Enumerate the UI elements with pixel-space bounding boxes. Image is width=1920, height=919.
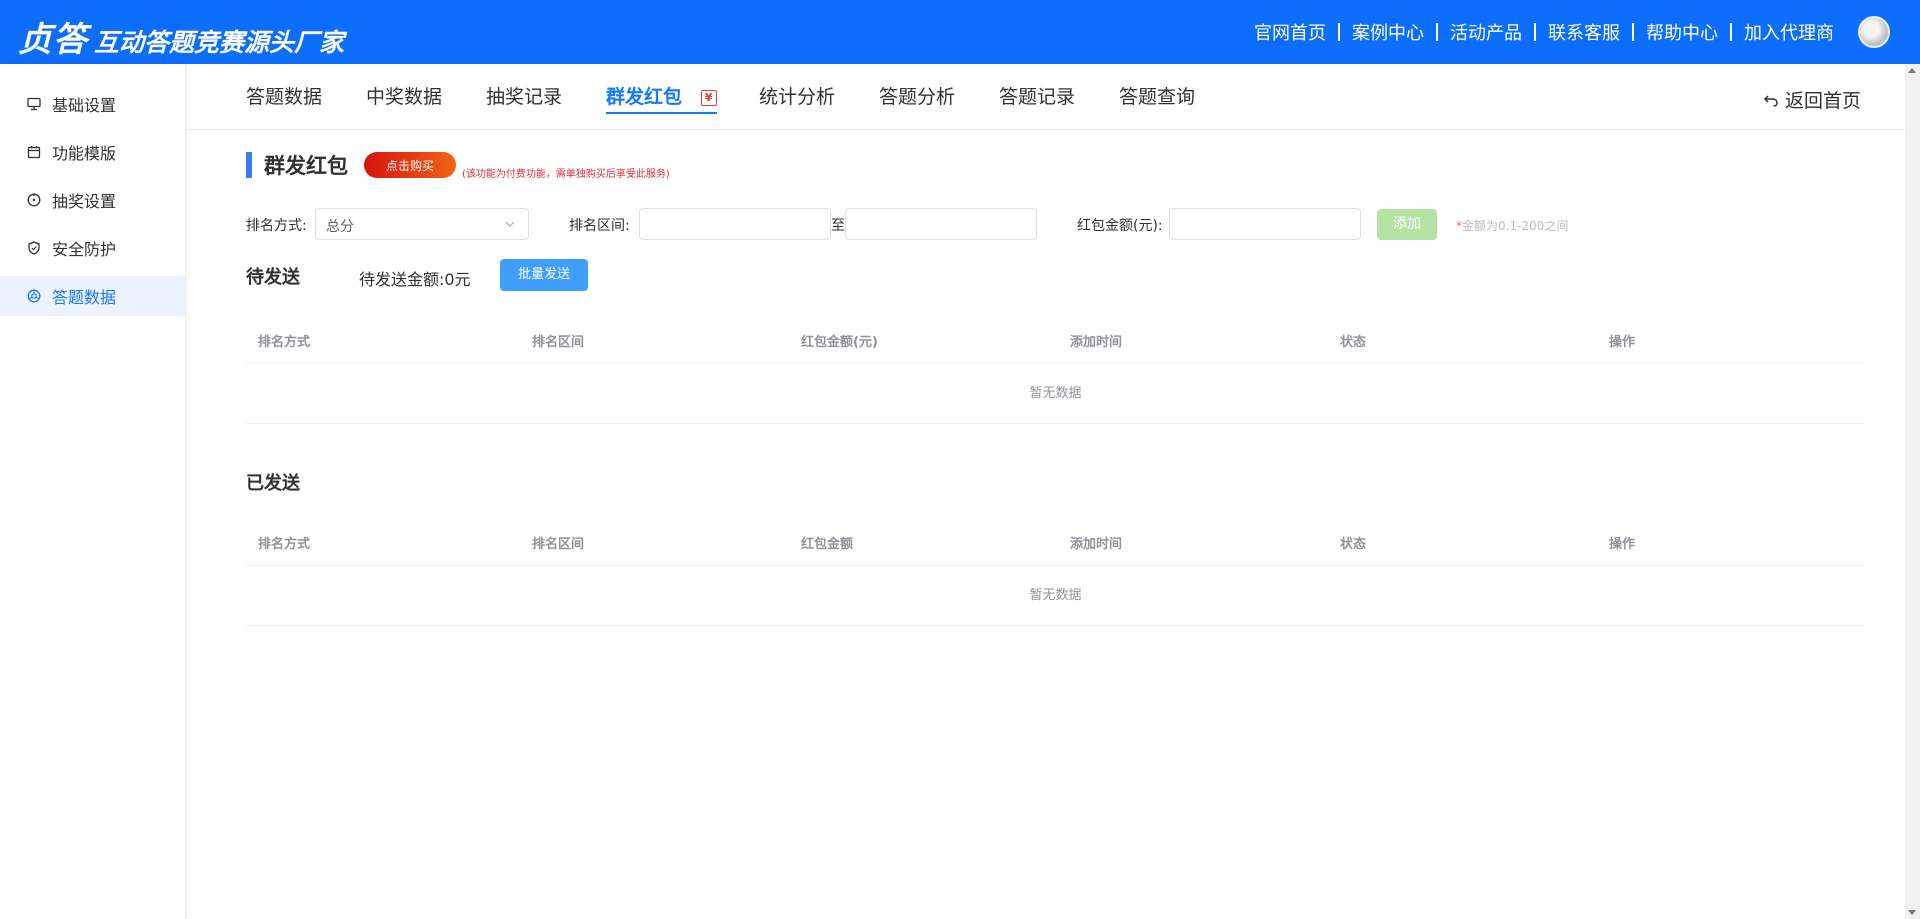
scroll-down-arrow[interactable] bbox=[1908, 910, 1916, 915]
sidebar-item-label: 功能模版 bbox=[52, 144, 117, 163]
add-button[interactable]: 添加 bbox=[1377, 209, 1437, 240]
nav-official-home[interactable]: 官网首页 bbox=[1242, 19, 1338, 45]
top-bar: 贞答 互动答题竞赛源头厂家 官网首页 案例中心 活动产品 联系客服 帮助中心 加… bbox=[0, 0, 1920, 64]
rank-method-value: 总分 bbox=[326, 219, 354, 235]
section-header: 群发红包 点击购买 (该功能为付费功能，需单独购买后享受此服务) bbox=[246, 152, 670, 180]
paid-feature-note: (该功能为付费功能，需单独购买后享受此服务) bbox=[462, 168, 670, 180]
rank-range-start-input[interactable] bbox=[639, 208, 831, 240]
column-header: 状态 bbox=[1340, 537, 1367, 552]
sidebar-item-security[interactable]: 安全防护 bbox=[0, 228, 185, 268]
pending-amount-value: 0元 bbox=[444, 270, 471, 289]
column-header: 红包金额 bbox=[801, 537, 854, 552]
buy-button[interactable]: 点击购买 bbox=[364, 152, 457, 178]
tab-answer-records[interactable]: 答题记录 bbox=[999, 82, 1075, 109]
rank-range-label: 排名区间: bbox=[569, 218, 630, 234]
nav-help[interactable]: 帮助中心 bbox=[1634, 19, 1730, 45]
tab-lottery-records[interactable]: 抽奖记录 bbox=[486, 82, 562, 109]
column-header: 排名方式 bbox=[258, 335, 311, 350]
sidebar-item-label: 抽奖设置 bbox=[52, 192, 117, 211]
column-header: 操作 bbox=[1609, 537, 1636, 552]
sidebar-item-lottery-settings[interactable]: 抽奖设置 bbox=[0, 180, 185, 220]
column-header: 操作 bbox=[1609, 335, 1636, 350]
rank-method-select[interactable]: 总分 bbox=[315, 208, 529, 240]
pending-amount-label: 待发送金额: bbox=[359, 270, 445, 289]
sidebar-item-label: 基础设置 bbox=[52, 96, 117, 115]
brand-main: 贞答 bbox=[18, 20, 88, 60]
sidebar-item-label: 安全防护 bbox=[52, 240, 117, 259]
monitor-icon bbox=[26, 96, 42, 112]
aperture-icon bbox=[26, 288, 42, 304]
brand-sub: 互动答题竞赛源头厂家 bbox=[94, 28, 345, 57]
chevron-down-icon bbox=[505, 221, 515, 227]
tab-label: 群发红包 bbox=[606, 86, 683, 108]
sidebar: 基础设置 功能模版 抽奖设置 安全防护 答题数据 bbox=[0, 64, 186, 919]
empty-state: 暂无数据 bbox=[246, 364, 1865, 424]
page-scrollbar[interactable] bbox=[1905, 64, 1920, 919]
table-header: 排名方式 排名区间 红包金额 添加时间 状态 操作 bbox=[246, 516, 1865, 566]
section-accent-bar bbox=[246, 152, 252, 178]
nav-products[interactable]: 活动产品 bbox=[1438, 19, 1534, 45]
avatar[interactable] bbox=[1858, 16, 1890, 48]
sent-title: 已发送 bbox=[246, 473, 300, 494]
pending-title: 待发送 bbox=[246, 267, 300, 288]
tab-active-underline bbox=[606, 112, 717, 114]
pending-amount: 待发送金额:0元 bbox=[359, 266, 471, 290]
brand-logo[interactable]: 贞答 互动答题竞赛源头厂家 bbox=[18, 12, 344, 61]
amount-label: 红包金额(元): bbox=[1077, 218, 1163, 234]
back-home-button[interactable]: 返回首页 bbox=[1763, 86, 1861, 113]
amount-hint-text: 金额为0.1-200之间 bbox=[1462, 219, 1569, 233]
tab-answer-query[interactable]: 答题查询 bbox=[1119, 82, 1195, 109]
calendar-icon bbox=[26, 144, 42, 160]
sidebar-item-templates[interactable]: 功能模版 bbox=[0, 132, 185, 172]
tab-winning-data[interactable]: 中奖数据 bbox=[366, 82, 442, 109]
batch-send-button[interactable]: 批量发送 bbox=[500, 259, 588, 291]
empty-state: 暂无数据 bbox=[246, 566, 1865, 626]
compass-icon bbox=[26, 192, 42, 208]
column-header: 排名方式 bbox=[258, 537, 311, 552]
rank-range-end-input[interactable] bbox=[845, 208, 1037, 240]
section-title: 群发红包 bbox=[264, 154, 348, 178]
amount-hint: *金额为0.1-200之间 bbox=[1456, 217, 1568, 234]
table-header: 排名方式 排名区间 红包金额(元) 添加时间 状态 操作 bbox=[246, 314, 1865, 364]
undo-icon bbox=[1763, 94, 1778, 107]
sent-table: 排名方式 排名区间 红包金额 添加时间 状态 操作 暂无数据 bbox=[246, 516, 1865, 626]
yen-icon: ¥ bbox=[700, 90, 717, 106]
column-header: 添加时间 bbox=[1070, 335, 1123, 350]
scroll-up-arrow[interactable] bbox=[1908, 68, 1916, 73]
nav-cases[interactable]: 案例中心 bbox=[1340, 19, 1436, 45]
back-home-label: 返回首页 bbox=[1784, 90, 1861, 112]
column-header: 添加时间 bbox=[1070, 537, 1123, 552]
column-header: 状态 bbox=[1340, 335, 1367, 350]
nav-agent[interactable]: 加入代理商 bbox=[1732, 19, 1846, 45]
tab-bar: 答题数据 中奖数据 抽奖记录 群发红包 ¥ 统计分析 答题分析 答题记录 答题查… bbox=[187, 64, 1905, 130]
tab-group-red-packet[interactable]: 群发红包 ¥ bbox=[606, 82, 717, 114]
column-header: 排名区间 bbox=[532, 537, 585, 552]
sidebar-item-basic-settings[interactable]: 基础设置 bbox=[0, 84, 185, 124]
tab-answer-data[interactable]: 答题数据 bbox=[246, 82, 322, 109]
sidebar-item-label: 答题数据 bbox=[52, 288, 117, 307]
column-header: 红包金额(元) bbox=[801, 335, 878, 350]
rank-method-label: 排名方式: bbox=[246, 218, 307, 234]
column-header: 排名区间 bbox=[532, 335, 585, 350]
range-separator: 至 bbox=[831, 218, 845, 234]
pending-table: 排名方式 排名区间 红包金额(元) 添加时间 状态 操作 暂无数据 bbox=[246, 314, 1865, 424]
sidebar-item-answer-data[interactable]: 答题数据 bbox=[0, 276, 185, 316]
tab-answer-analysis[interactable]: 答题分析 bbox=[879, 82, 955, 109]
top-nav: 官网首页 案例中心 活动产品 联系客服 帮助中心 加入代理商 bbox=[1242, 0, 1846, 64]
shield-icon bbox=[26, 240, 42, 256]
tab-statistics[interactable]: 统计分析 bbox=[759, 82, 835, 109]
amount-input[interactable] bbox=[1169, 208, 1361, 240]
nav-support[interactable]: 联系客服 bbox=[1536, 19, 1632, 45]
